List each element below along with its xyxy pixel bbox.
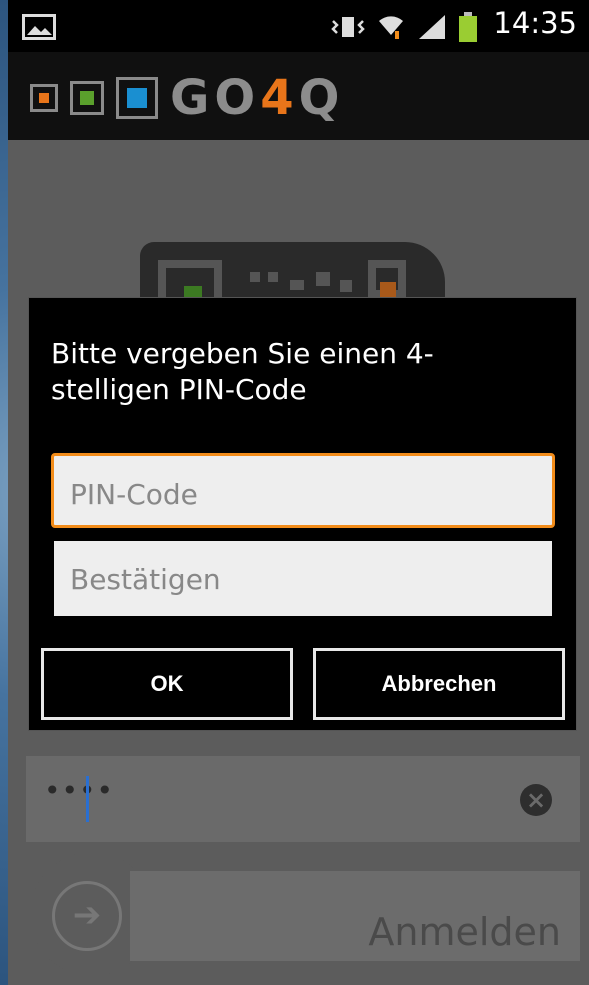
status-icons [331,12,477,42]
logo-square-blue [116,77,158,119]
logo-text: GO4Q [170,70,345,126]
dialog-title: Bitte vergeben Sie einen 4-stelligen PIN… [51,337,434,406]
signal-icon [419,15,445,39]
app-logo: GO4Q [30,74,344,122]
confirm-pin-input[interactable]: Bestätigen [54,541,552,616]
app-bar: GO4Q [8,52,589,140]
login-label: Anmelden [368,910,561,954]
clear-icon[interactable]: × [520,784,552,816]
text-cursor [86,776,89,822]
logo-square-orange [30,84,58,112]
login-pin-value: •••• [44,774,115,807]
battery-icon [459,12,477,42]
confirm-pin-placeholder: Bestätigen [70,563,221,596]
status-time: 14:35 [493,6,577,40]
ok-button[interactable]: OK [41,648,293,720]
pin-code-input[interactable]: PIN-Code [51,453,555,528]
wifi-icon [379,16,403,39]
arrow-right-icon[interactable]: ➔ [52,881,122,951]
cancel-button[interactable]: Abbrechen [313,648,565,720]
vibrate-icon [331,17,365,37]
pin-dialog: Bitte vergeben Sie einen 4-stelligen PIN… [28,297,577,731]
logo-square-green [70,81,104,115]
image-icon [22,14,56,40]
status-bar: 14:35 [8,0,589,52]
pin-code-placeholder: PIN-Code [70,478,198,511]
